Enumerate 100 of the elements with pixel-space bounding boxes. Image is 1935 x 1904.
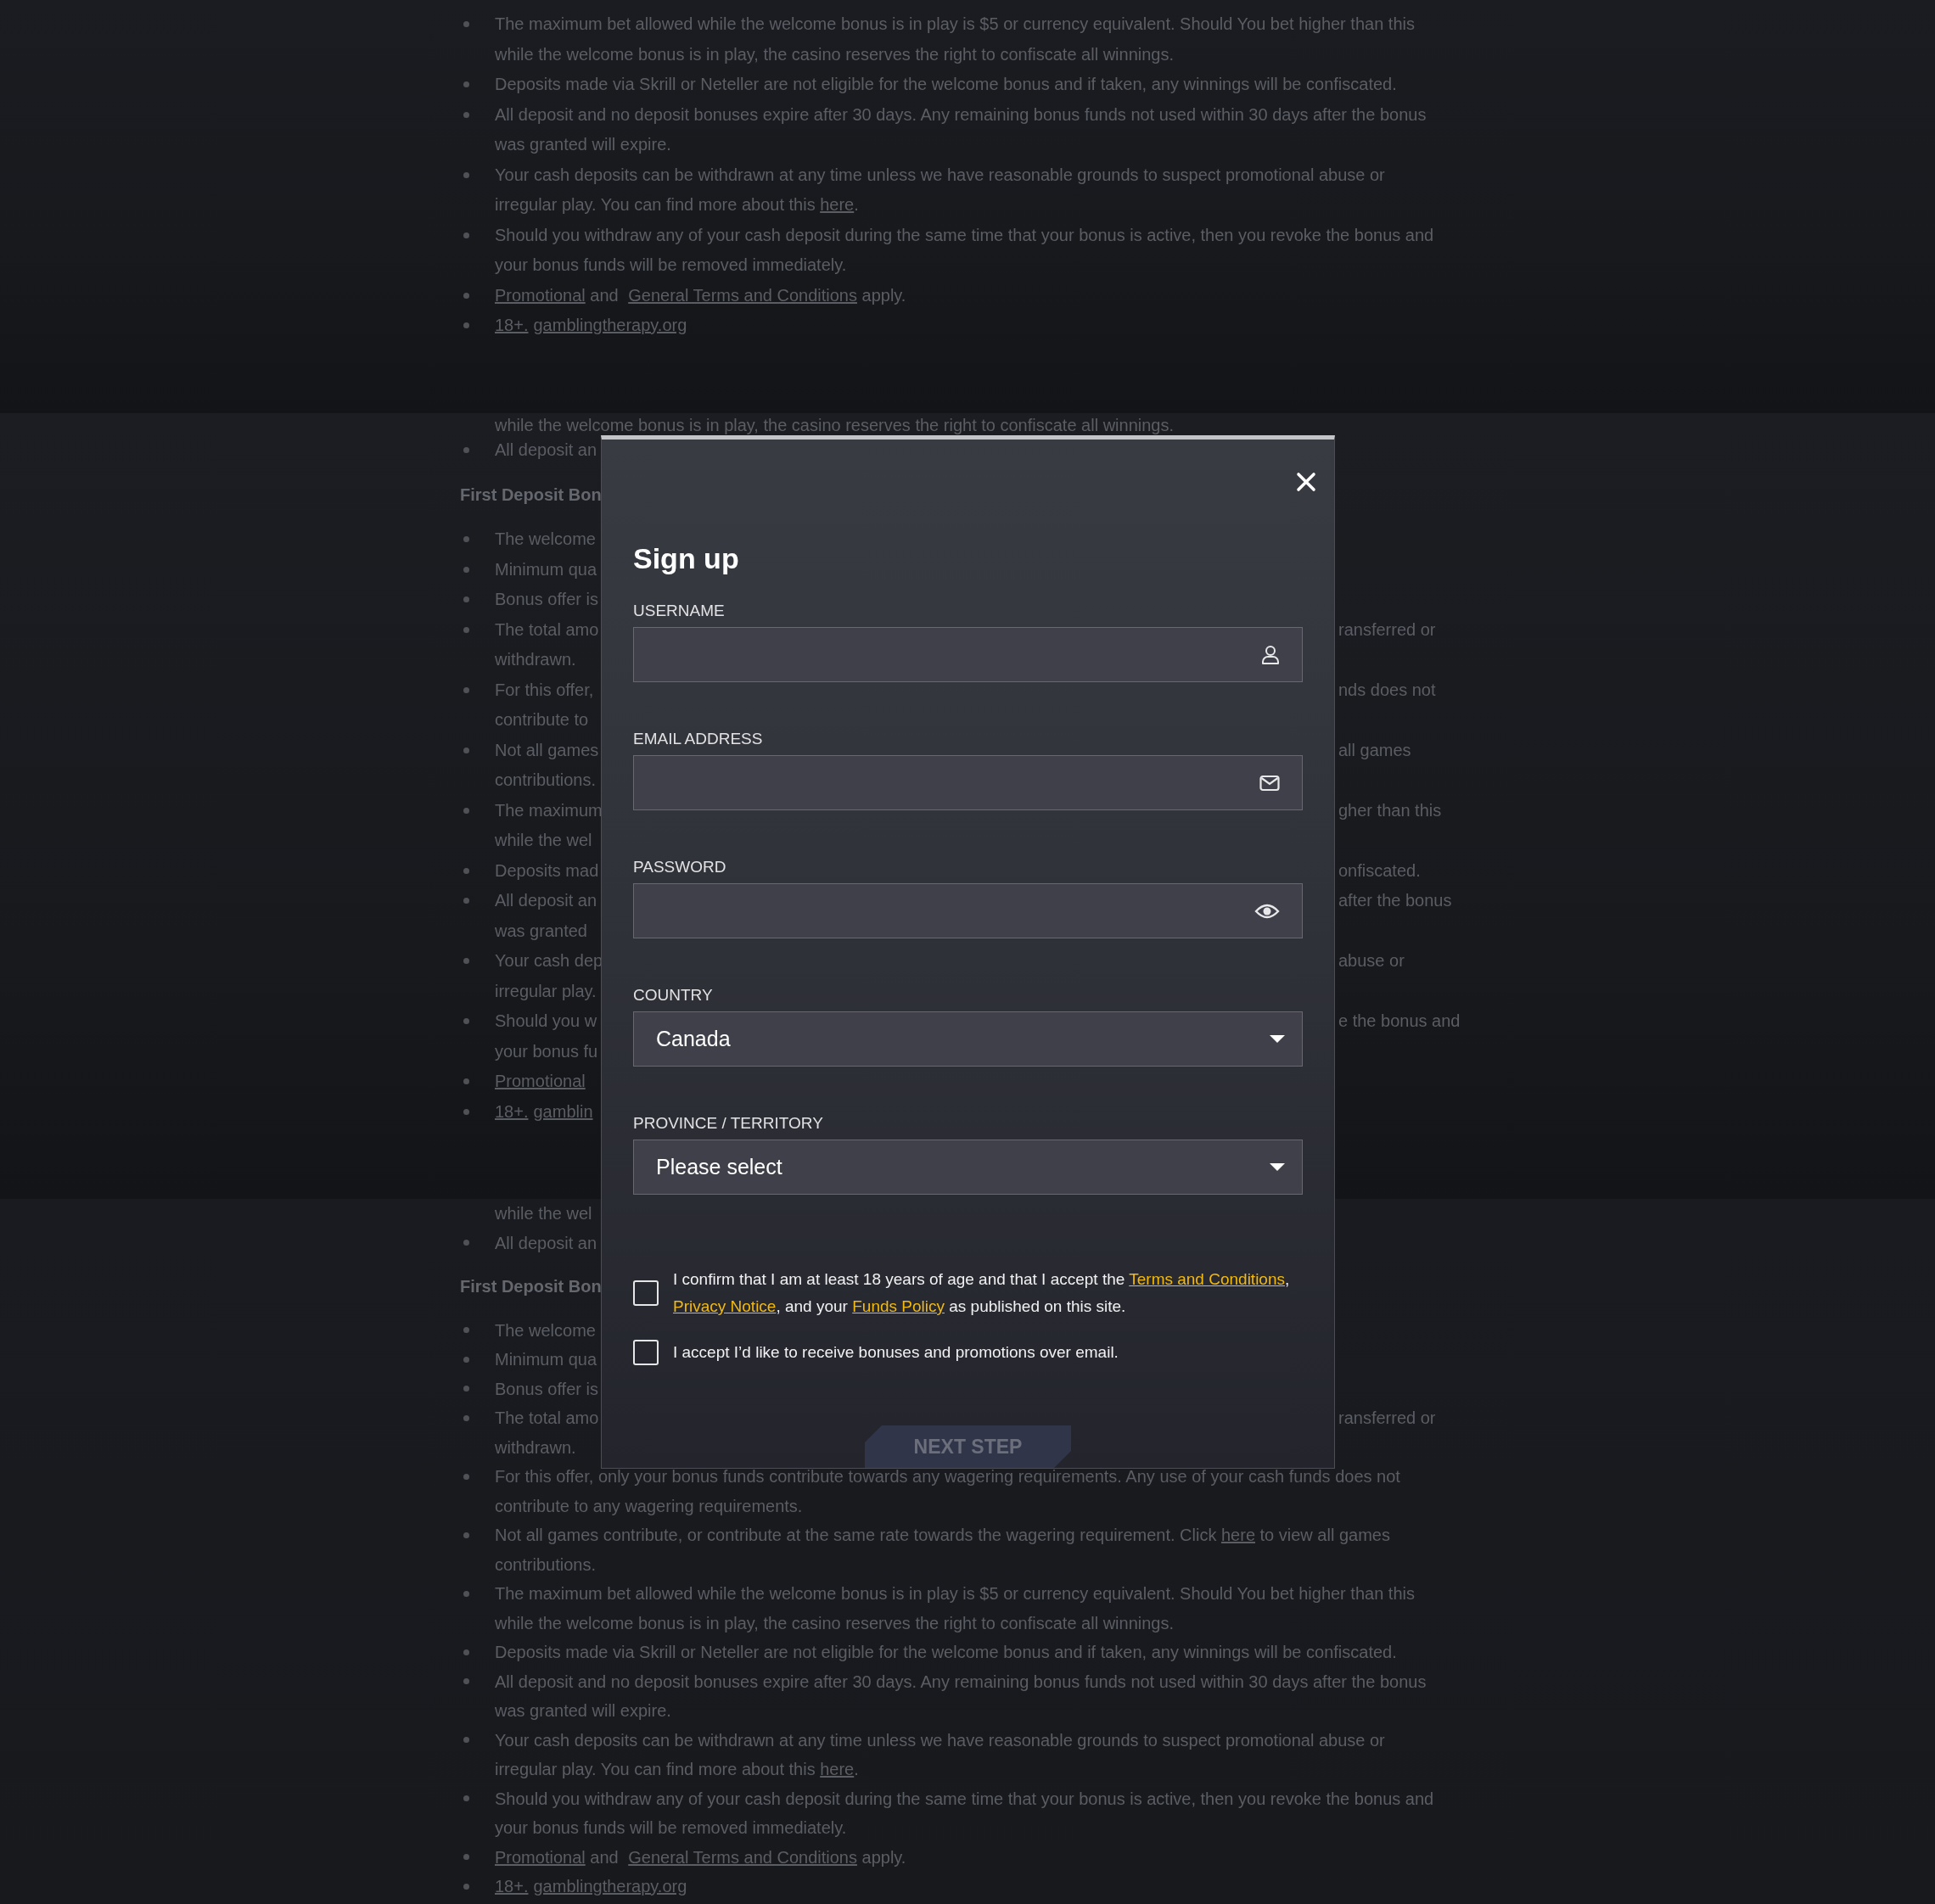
terms-link[interactable]: Promotional [495, 285, 586, 305]
bullet-dot [463, 322, 469, 329]
policy-link[interactable]: Terms and Conditions [1129, 1270, 1285, 1288]
terms-text: your bonus funds will be removed immediately. [495, 255, 847, 276]
terms-text: The total amo [495, 1408, 599, 1429]
terms-text: Deposits made via Skrill or Neteller are not eligible for the welcome bonus and if taken, any winnings will be confiscated. [495, 74, 1397, 95]
terms-text: your bonus fu [495, 1040, 598, 1062]
terms-text: your bonus funds will be removed immediately. [495, 1817, 847, 1839]
terms-text: irregular play. You can find more about this here. [495, 1759, 859, 1780]
policy-link[interactable]: Privacy Notice [673, 1297, 777, 1315]
terms-text: Should you withdraw any of your cash deposit during the same time that your bonus is active, then you revoke the bonus and [495, 224, 1434, 246]
terms-text: For this offer, only your bonus funds contribute towards any wagering requirements. Any use of your cash funds does not [495, 1466, 1400, 1487]
bullet-dot [463, 807, 469, 814]
terms-text: contributions. [495, 770, 596, 791]
terms-text: Should you w [495, 1011, 597, 1032]
bullet-dot [463, 898, 469, 904]
field-label: PASSWORD [633, 857, 727, 877]
terms-link[interactable]: here [820, 195, 855, 214]
terms-link[interactable]: General Terms and Conditions [628, 285, 857, 305]
checkbox[interactable] [633, 1280, 659, 1306]
terms-text: irregular play. [495, 980, 597, 1002]
bullet-dot [463, 1078, 469, 1085]
bullet-dot [463, 171, 469, 178]
bullet-dot [463, 1473, 469, 1480]
terms-text: Deposits made via Skrill or Neteller are not eligible for the welcome bonus and if taken, any winnings will be confiscated. [495, 1642, 1397, 1663]
close-button[interactable] [1296, 472, 1316, 492]
terms-text: ransferred or [1338, 1408, 1436, 1429]
consent-text: I confirm that I am at least 18 years of age and that I accept the Terms and Conditions, Privacy Notice, and your Funds Policy as published on this site. [673, 1269, 1291, 1317]
consent-text: I accept I’d like to receive bonuses and promotions over email. [673, 1342, 1119, 1363]
eye-icon [1254, 902, 1280, 920]
terms-text: All deposit an [495, 1232, 597, 1254]
terms-text: while the wel [495, 1203, 592, 1224]
bullet-dot [463, 447, 469, 454]
terms-text: The welcome [495, 1319, 596, 1341]
bullet-dot [463, 536, 469, 543]
email-field[interactable] [633, 755, 1303, 810]
bullet-dot [463, 1532, 469, 1538]
terms-text: was granted will expire. [495, 1700, 671, 1722]
terms-text: All deposit an [495, 890, 597, 911]
terms-text: withdrawn. [495, 649, 576, 670]
bullet-dot [463, 1414, 469, 1421]
terms-text: abuse or [1338, 950, 1405, 972]
terms-text: while the wel [495, 830, 592, 851]
terms-text: contribute to any wagering requirements. [495, 1495, 803, 1517]
terms-text: withdrawn. [495, 1436, 576, 1459]
bullet-dot [463, 1854, 469, 1861]
terms-text: after the bonus [1338, 890, 1452, 911]
terms-link[interactable]: here [1220, 1526, 1255, 1544]
bullet-dot [463, 626, 469, 633]
terms-link[interactable]: gamblingtherapy.org [533, 1877, 687, 1896]
bullet-dot [463, 1737, 469, 1744]
terms-text: Promotional and General Terms and Conditions apply. [495, 1846, 906, 1868]
terms-link[interactable]: Promotional [495, 1847, 586, 1867]
section-heading: First Deposit Bon [460, 1276, 602, 1297]
bullet-dot [463, 1795, 469, 1802]
terms-text: while the welcome bonus is in play, the casino reserves the right to confiscate all winnings. [495, 43, 1175, 65]
password-field[interactable] [633, 883, 1303, 938]
terms-text: The maximum bet allowed while the welcome bonus is in play is $5 or currency equivalent. Should You bet higher than this [495, 14, 1415, 35]
terms-text: All deposit and no deposit bonuses expire after 30 days. Any remaining bonus funds not used within 30 days after the bonus [495, 1671, 1427, 1693]
terms-text: The maximum [495, 799, 603, 821]
policy-link[interactable]: Funds Policy [852, 1297, 945, 1315]
terms-link[interactable]: here [820, 1760, 855, 1778]
bullet-dot [463, 1678, 469, 1685]
section-heading: First Deposit Bon [460, 484, 602, 506]
terms-text: Your cash dep [495, 950, 603, 972]
terms-text: Promotional and General Terms and Conditions apply. [495, 284, 906, 306]
bullet-dot [463, 686, 469, 693]
bullet-dot [463, 1649, 469, 1655]
envelope-icon [1259, 774, 1280, 792]
terms-text: Bonus offer is [495, 1378, 598, 1400]
terms-text: All deposit an [495, 440, 597, 461]
dropdown[interactable]: Please select [633, 1140, 1303, 1195]
terms-text: Deposits mad [495, 860, 599, 882]
terms-text: The maximum bet allowed while the welcome bonus is in play is $5 or currency equivalent. Should You bet higher than this [495, 1583, 1415, 1604]
terms-text: The total amo [495, 619, 599, 641]
terms-link[interactable]: 18+. [495, 316, 529, 334]
terms-text: while the welcome bonus is in play, the casino reserves the right to confiscate all winnings. [495, 415, 1175, 435]
username-field[interactable] [633, 627, 1303, 682]
terms-link[interactable]: Promotional [495, 1072, 586, 1090]
dropdown[interactable]: Canada [633, 1011, 1303, 1067]
terms-text: irregular play. You can find more about this here. [495, 194, 859, 216]
terms-text: nds does not [1338, 679, 1436, 701]
field-label: COUNTRY [633, 985, 714, 1005]
terms-text: Minimum qua [495, 1349, 597, 1370]
terms-text: Your cash deposits can be withdrawn at any time unless we have reasonable grounds to suspect promotional abuse or [495, 1729, 1385, 1751]
terms-link[interactable]: gamblin [533, 1101, 593, 1121]
terms-link[interactable]: General Terms and Conditions [628, 1847, 857, 1867]
terms-text: onfiscated. [1338, 860, 1421, 882]
terms-link[interactable]: 18+. [495, 1101, 529, 1121]
field-label: PROVINCE / TERRITORY [633, 1113, 824, 1134]
terms-text: The welcome [495, 529, 596, 550]
terms-text: Minimum qua [495, 558, 597, 580]
terms-link[interactable]: 18+. [495, 1877, 529, 1896]
terms-text: e the bonus and [1338, 1011, 1461, 1032]
terms-text: all games [1338, 739, 1411, 761]
bullet-dot [463, 1018, 469, 1025]
checkbox[interactable] [633, 1340, 659, 1365]
terms-link[interactable]: gamblingtherapy.org [533, 316, 687, 334]
dialog-title: Sign up [633, 541, 740, 575]
bullet-dot [463, 1108, 469, 1115]
